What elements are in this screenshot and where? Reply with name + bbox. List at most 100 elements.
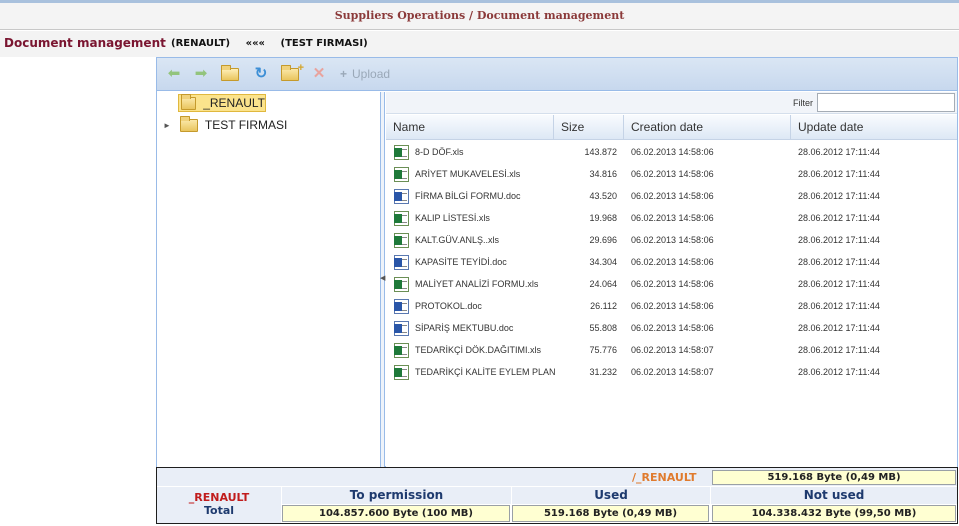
file-row[interactable]: KAPASİTE TEYİDİ.doc 34.304 06.02.2013 14:5… <box>386 252 957 274</box>
delete-button[interactable]: ✕ <box>310 66 328 82</box>
excel-file-icon <box>394 167 409 182</box>
arrow-right-icon: ➡ <box>194 65 208 82</box>
current-path-size: 519.168 Byte (0,49 MB) <box>712 470 956 485</box>
column-header-creation-date[interactable]: Creation date <box>624 115 791 140</box>
not-used-header: Not used <box>710 487 957 504</box>
file-update-date: 28.06.2012 17:11:44 <box>798 213 880 223</box>
section-title: Document management <box>4 36 166 50</box>
excel-file-icon <box>394 277 409 292</box>
refresh-icon: ↻ <box>254 65 268 82</box>
permission-value: 104.857.600 Byte (100 MB) <box>282 505 510 522</box>
plus-icon: + <box>340 67 348 81</box>
file-size: 34.816 <box>589 169 617 179</box>
file-name: KALIP LİSTESİ.xls <box>415 213 490 223</box>
toolbar: ⬅ ➡ ↻ ✕ + Upload <box>157 58 957 91</box>
pane-splitter[interactable]: ◀ <box>380 92 385 467</box>
filter-bar: Filter <box>386 92 957 114</box>
breadcrumb-test-firmasi[interactable]: (TEST FIRMASI) <box>281 38 368 49</box>
file-update-date: 28.06.2012 17:11:44 <box>798 257 880 267</box>
filter-input[interactable] <box>817 93 955 112</box>
column-header-update-date[interactable]: Update date <box>791 115 957 140</box>
file-creation-date: 06.02.2013 14:58:06 <box>631 169 714 179</box>
file-update-date: 28.06.2012 17:11:44 <box>798 147 880 157</box>
tree-node-renault[interactable]: _RENAULT <box>178 93 266 112</box>
permission-header: To permission <box>281 487 511 504</box>
top-title-bar: Suppliers Operations / Document manageme… <box>0 0 959 30</box>
file-creation-date: 06.02.2013 14:58:07 <box>631 367 714 377</box>
column-header-size[interactable]: Size <box>554 115 624 140</box>
file-row[interactable]: PROTOKOL.doc 26.112 06.02.2013 14:58:06 28.… <box>386 296 957 318</box>
page-header: Document management (RENAULT) ««« (TEST … <box>0 31 959 57</box>
file-name: TEDARİKÇİ KALİTE EYLEM PLAN <box>415 367 555 377</box>
file-creation-date: 06.02.2013 14:58:06 <box>631 147 714 157</box>
document-manager-panel: ⬅ ➡ ↻ ✕ + Upload _RENAULT ► TEST FIRMASI <box>156 57 958 467</box>
file-row[interactable]: KALT.GÜV.ANLŞ..xls 29.696 06.02.2013 14:58… <box>386 230 957 252</box>
file-update-date: 28.06.2012 17:11:44 <box>798 169 880 179</box>
file-creation-date: 06.02.2013 14:58:06 <box>631 257 714 267</box>
file-row[interactable]: FİRMA BİLGİ FORMU.doc 43.520 06.02.2013 14… <box>386 186 957 208</box>
file-size: 143.872 <box>584 147 617 157</box>
word-file-icon <box>394 321 409 336</box>
file-name: KAPASİTE TEYİDİ.doc <box>415 257 507 267</box>
file-size: 75.776 <box>589 345 617 355</box>
file-creation-date: 06.02.2013 14:58:06 <box>631 301 714 311</box>
expand-arrow-icon[interactable]: ► <box>163 121 171 130</box>
tree-node-test-firmasi[interactable]: ► TEST FIRMASI <box>163 115 288 134</box>
upload-label: Upload <box>352 67 391 81</box>
upload-button[interactable]: + Upload <box>340 67 390 81</box>
column-header-name[interactable]: Name <box>386 115 554 140</box>
excel-file-icon <box>394 145 409 160</box>
new-folder-button[interactable] <box>281 60 304 82</box>
arrow-left-icon: ⬅ <box>167 65 181 82</box>
not-used-value: 104.338.432 Byte (99,50 MB) <box>712 505 956 522</box>
word-file-icon <box>394 255 409 270</box>
delete-icon: ✕ <box>312 65 326 82</box>
file-name: ARİYET MUKAVELESİ.xls <box>415 169 521 179</box>
folder-tree: _RENAULT ► TEST FIRMASI <box>157 92 381 467</box>
file-creation-date: 06.02.2013 14:58:06 <box>631 191 714 201</box>
file-update-date: 28.06.2012 17:11:44 <box>798 367 880 377</box>
file-name: 8-D DÖF.xls <box>415 147 464 157</box>
collapse-arrow-icon[interactable]: ◀ <box>380 274 385 282</box>
current-path: /_RENAULT <box>632 471 697 484</box>
excel-file-icon <box>394 343 409 358</box>
file-row[interactable]: 8-D DÖF.xls 143.872 06.02.2013 14:58:06 28.… <box>386 142 957 164</box>
word-file-icon <box>394 299 409 314</box>
file-name: FİRMA BİLGİ FORMU.doc <box>415 191 521 201</box>
storage-summary: /_RENAULT 519.168 Byte (0,49 MB) _RENAUL… <box>156 467 958 524</box>
file-row[interactable]: KALIP LİSTESİ.xls 19.968 06.02.2013 14:58:… <box>386 208 957 230</box>
file-creation-date: 06.02.2013 14:58:06 <box>631 323 714 333</box>
new-folder-icon <box>281 60 304 81</box>
used-value: 519.168 Byte (0,49 MB) <box>512 505 709 522</box>
file-update-date: 28.06.2012 17:11:44 <box>798 235 880 245</box>
file-update-date: 28.06.2012 17:11:44 <box>798 345 880 355</box>
total-label: Total <box>203 504 235 517</box>
file-row[interactable]: MALİYET ANALİZİ FORMU.xls 24.064 06.02.201… <box>386 274 957 296</box>
file-row[interactable]: SİPARİŞ MEKTUBU.doc 55.808 06.02.2013 14:5… <box>386 318 957 340</box>
file-size: 34.304 <box>589 257 617 267</box>
excel-file-icon <box>394 365 409 380</box>
open-folder-button[interactable] <box>221 64 239 82</box>
breadcrumb-renault[interactable]: (RENAULT) <box>171 38 230 49</box>
back-button[interactable]: ⬅ <box>165 66 183 82</box>
word-file-icon <box>394 189 409 204</box>
used-header: Used <box>511 487 710 504</box>
tree-node-label: TEST FIRMASI <box>204 118 288 132</box>
file-row[interactable]: ARİYET MUKAVELESİ.xls 34.816 06.02.2013 14… <box>386 164 957 186</box>
file-update-date: 28.06.2012 17:11:44 <box>798 301 880 311</box>
refresh-button[interactable]: ↻ <box>252 66 270 82</box>
file-update-date: 28.06.2012 17:11:44 <box>798 323 880 333</box>
file-row[interactable]: TEDARİKÇİ KALİTE EYLEM PLAN 31.232 06.02.2… <box>386 362 957 384</box>
forward-button[interactable]: ➡ <box>192 66 210 82</box>
folder-icon <box>179 115 198 132</box>
file-name: TEDARİKÇİ DÖK.DAĞITIMI.xls <box>415 345 542 355</box>
file-rows: 8-D DÖF.xls 143.872 06.02.2013 14:58:06 28.… <box>386 142 957 384</box>
breadcrumb: (RENAULT) ««« (TEST FIRMASI) <box>171 38 380 49</box>
folder-open-icon <box>221 64 239 81</box>
file-row[interactable]: TEDARİKÇİ DÖK.DAĞITIMI.xls 75.776 06.02.20… <box>386 340 957 362</box>
file-size: 29.696 <box>589 235 617 245</box>
owner-cell: _RENAULT Total <box>157 487 281 523</box>
file-size: 43.520 <box>589 191 617 201</box>
file-name: KALT.GÜV.ANLŞ..xls <box>415 235 500 245</box>
column-headers: Name Size Creation date Update date <box>386 115 957 140</box>
